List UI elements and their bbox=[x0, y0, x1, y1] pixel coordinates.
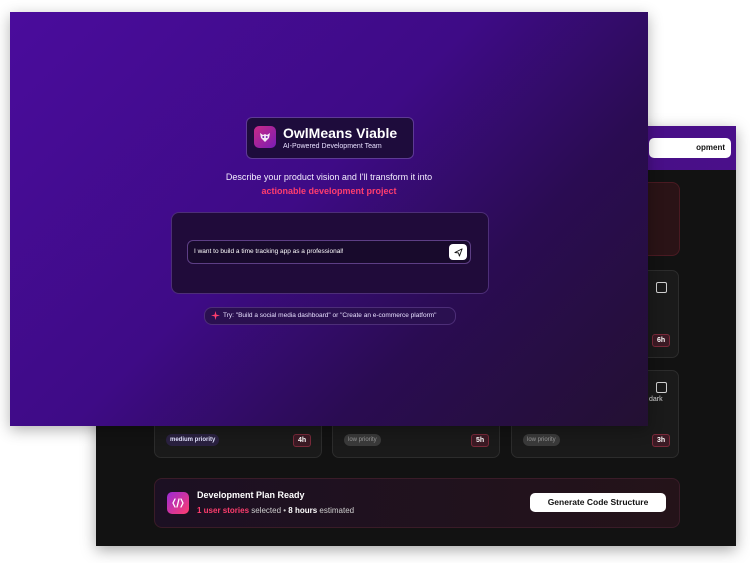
development-plan-bar: Development Plan Ready 1 user stories se… bbox=[154, 478, 680, 528]
brand-header: OwlMeans Viable AI-Powered Development T… bbox=[246, 117, 414, 159]
hours-total: 8 hours bbox=[288, 506, 318, 515]
example-hint[interactable]: Try: "Build a social media dashboard" or… bbox=[204, 307, 456, 325]
card-text: dark bbox=[649, 396, 663, 403]
send-icon bbox=[453, 247, 463, 257]
selected-text: selected • bbox=[249, 506, 289, 515]
plan-summary: 1 user stories selected • 8 hours estima… bbox=[197, 506, 354, 515]
hours-badge: 6h bbox=[652, 334, 671, 347]
priority-badge: low priority bbox=[344, 434, 381, 446]
checkbox-icon[interactable] bbox=[656, 282, 667, 293]
generate-code-button[interactable]: Generate Code Structure bbox=[530, 493, 666, 512]
hero-window: OwlMeans Viable AI-Powered Development T… bbox=[10, 12, 648, 426]
prompt-input[interactable]: I want to build a time tracking app as a… bbox=[187, 240, 471, 264]
owl-logo-icon bbox=[254, 126, 276, 148]
tagline: Describe your product vision and I'll tr… bbox=[225, 172, 433, 182]
hours-badge: 4h bbox=[293, 434, 312, 447]
hours-badge: 5h bbox=[471, 434, 490, 447]
top-action-button[interactable]: opment bbox=[649, 138, 731, 158]
hours-badge: 3h bbox=[652, 434, 671, 447]
estimated-text: estimated bbox=[317, 506, 355, 515]
sparkle-icon bbox=[211, 311, 220, 320]
priority-badge: low priority bbox=[523, 434, 560, 446]
story-count: 1 user stories bbox=[197, 506, 250, 515]
prompt-panel: I want to build a time tracking app as a… bbox=[171, 212, 489, 294]
code-icon bbox=[167, 492, 189, 514]
prompt-input-value: I want to build a time tracking app as a… bbox=[194, 248, 344, 255]
app-name: OwlMeans Viable bbox=[283, 125, 398, 141]
example-hint-text: Try: "Build a social media dashboard" or… bbox=[223, 312, 437, 319]
priority-badge: medium priority bbox=[166, 434, 220, 446]
tagline-highlight: actionable development project bbox=[261, 186, 397, 196]
app-subtitle: AI-Powered Development Team bbox=[283, 143, 382, 150]
send-button[interactable] bbox=[449, 244, 467, 260]
checkbox-icon[interactable] bbox=[656, 382, 667, 393]
plan-title: Development Plan Ready bbox=[197, 490, 305, 500]
